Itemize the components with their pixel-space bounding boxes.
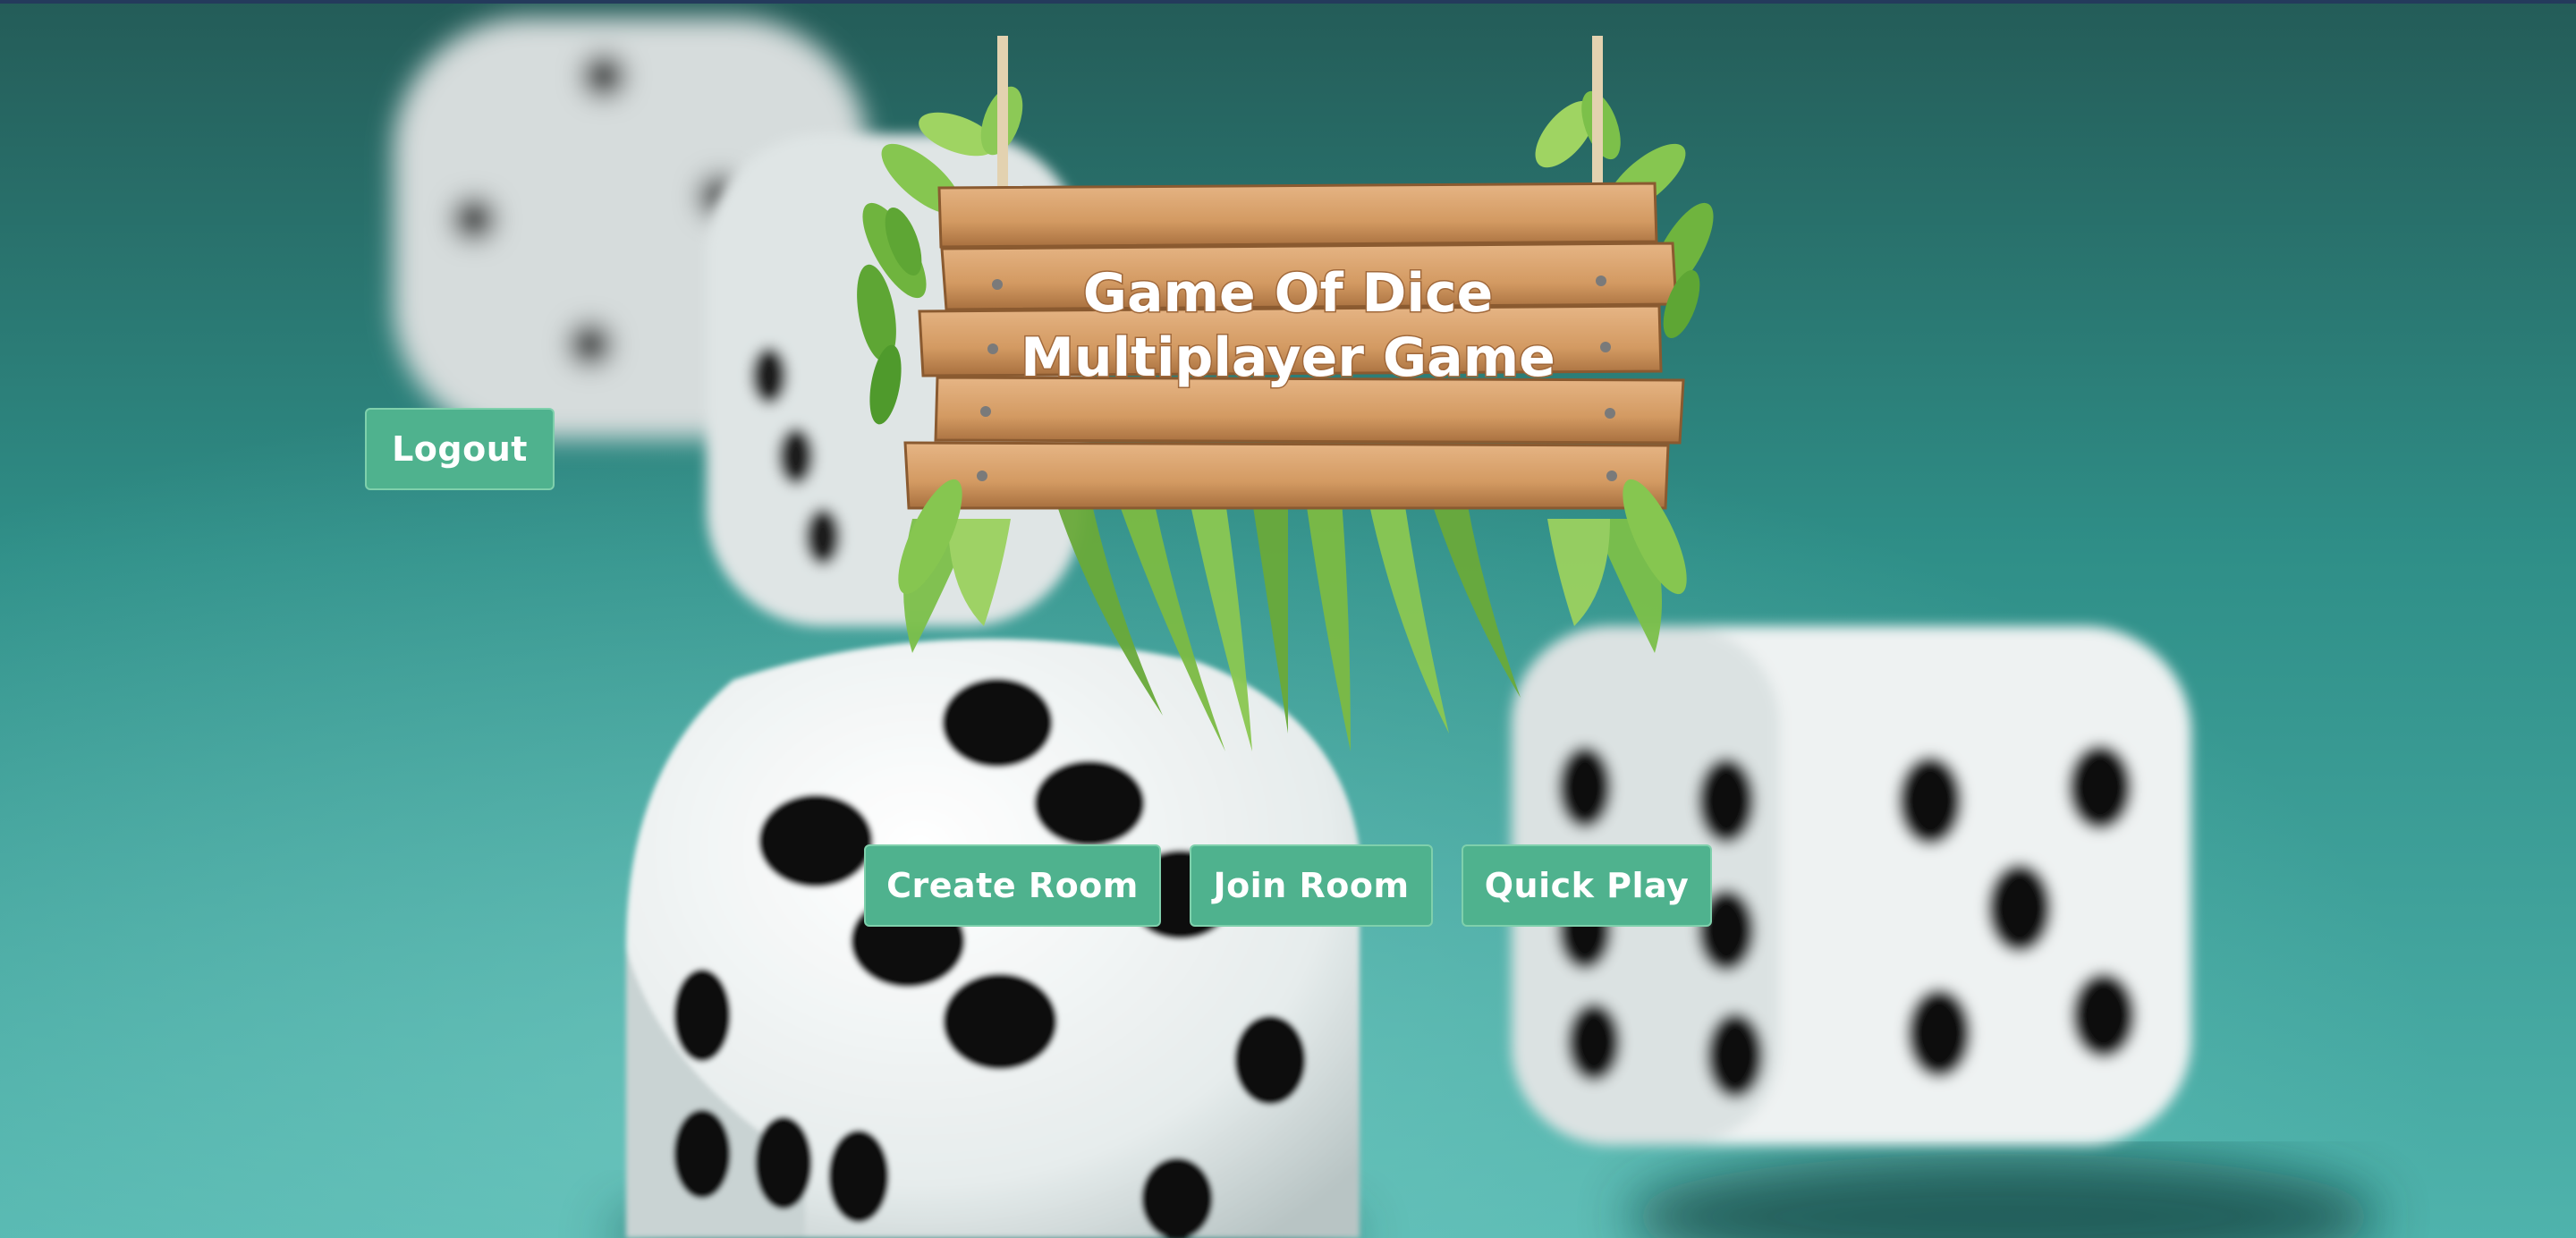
leaf-decoration-icon [903,501,1662,751]
hanging-sign-icon: Game Of Dice Multiplayer Game [857,36,1714,751]
top-border [0,0,2576,4]
logout-button[interactable]: Logout [365,408,555,490]
create-room-button[interactable]: Create Room [864,844,1161,927]
sign-title-line2: Multiplayer Game [1021,326,1555,389]
join-room-button[interactable]: Join Room [1190,844,1433,927]
game-lobby-screen: Game Of Dice Multiplayer Game Logout Cre… [0,0,2576,1238]
sign-title-line1: Game Of Dice [1083,262,1493,325]
quick-play-button[interactable]: Quick Play [1462,844,1712,927]
